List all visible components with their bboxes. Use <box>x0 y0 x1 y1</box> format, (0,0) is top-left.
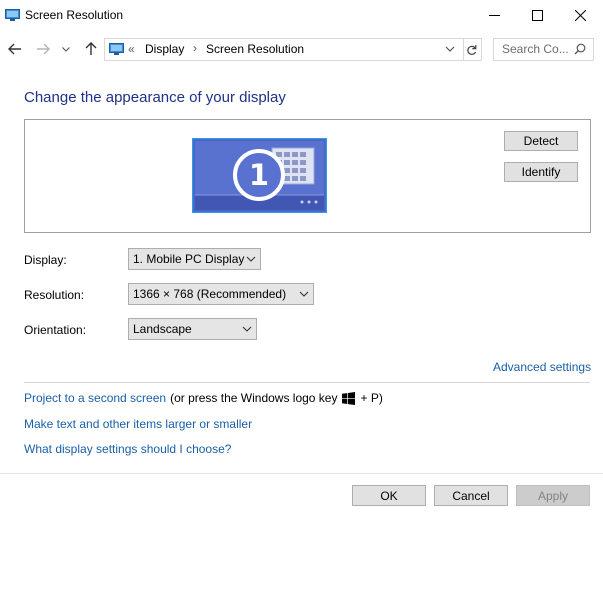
project-hint-suffix: + P) <box>360 391 383 405</box>
which-settings-link[interactable]: What display settings should I choose? <box>24 442 231 456</box>
breadcrumb-overflow[interactable]: « <box>128 42 135 56</box>
cancel-button[interactable]: Cancel <box>434 485 508 506</box>
project-second-screen-link[interactable]: Project to a second screen <box>24 391 166 405</box>
identify-button[interactable]: Identify <box>504 162 578 182</box>
forward-button[interactable] <box>33 38 53 60</box>
ok-button[interactable]: OK <box>352 485 426 506</box>
monitor-arrangement-panel: 1 Detect Identify <box>24 119 591 233</box>
detect-button[interactable]: Detect <box>504 131 578 151</box>
chevron-down-icon <box>246 256 256 262</box>
resolution-select-value: 1366 × 768 (Recommended) <box>133 287 287 301</box>
orientation-select[interactable]: Landscape <box>128 318 257 340</box>
section-divider <box>24 382 590 383</box>
monitor-1-graphic[interactable]: 1 <box>192 138 327 213</box>
orientation-label: Orientation: <box>24 323 87 337</box>
footer-divider <box>0 473 603 474</box>
breadcrumb-screen-resolution[interactable]: Screen Resolution <box>206 42 304 56</box>
display-select[interactable]: 1. Mobile PC Display <box>128 248 261 270</box>
chevron-down-icon <box>242 326 252 332</box>
project-row: Project to a second screen (or press the… <box>24 391 383 405</box>
page-title: Change the appearance of your display <box>24 89 286 106</box>
orientation-select-value: Landscape <box>133 322 192 336</box>
text-size-link[interactable]: Make text and other items larger or smal… <box>24 417 252 431</box>
forward-arrow-icon <box>37 43 50 55</box>
advanced-settings-link[interactable]: Advanced settings <box>493 360 591 374</box>
window-title: Screen Resolution <box>25 8 124 22</box>
monitor-icon <box>109 43 124 55</box>
search-input[interactable]: Search Co... <box>502 42 569 56</box>
maximize-button[interactable] <box>514 0 560 31</box>
close-button[interactable] <box>557 0 603 31</box>
close-icon <box>574 10 586 21</box>
windows-logo-icon <box>342 391 356 405</box>
monitor-number: 1 <box>249 158 269 192</box>
maximize-icon <box>531 10 543 21</box>
display-select-value: 1. Mobile PC Display <box>133 252 245 266</box>
apply-button[interactable]: Apply <box>516 485 590 506</box>
recent-locations-button[interactable] <box>59 38 73 60</box>
display-label: Display: <box>24 253 67 267</box>
resolution-label: Resolution: <box>24 288 85 302</box>
chevron-down-icon <box>62 46 70 52</box>
title-bar: Screen Resolution <box>0 0 603 31</box>
breadcrumb-separator[interactable]: › <box>193 41 197 55</box>
chevron-down-icon <box>299 291 309 297</box>
refresh-button[interactable] <box>462 38 482 61</box>
breadcrumb-display[interactable]: Display <box>145 42 184 56</box>
back-arrow-icon <box>8 43 21 55</box>
minimize-icon <box>488 15 500 16</box>
up-arrow-icon <box>85 42 97 55</box>
chevron-down-icon <box>445 46 455 52</box>
up-button[interactable] <box>81 38 101 60</box>
monitor-icon <box>5 9 20 21</box>
back-button[interactable] <box>5 38 25 60</box>
search-box[interactable]: Search Co... <box>493 38 594 61</box>
refresh-icon <box>467 44 477 55</box>
project-hint-prefix: (or press the Windows logo key <box>170 391 338 405</box>
resolution-select[interactable]: 1366 × 768 (Recommended) <box>128 283 314 305</box>
minimize-button[interactable] <box>471 0 517 31</box>
address-bar[interactable]: « Display › Screen Resolution <box>104 38 464 61</box>
address-dropdown-button[interactable] <box>445 41 459 57</box>
search-icon[interactable] <box>574 43 586 55</box>
